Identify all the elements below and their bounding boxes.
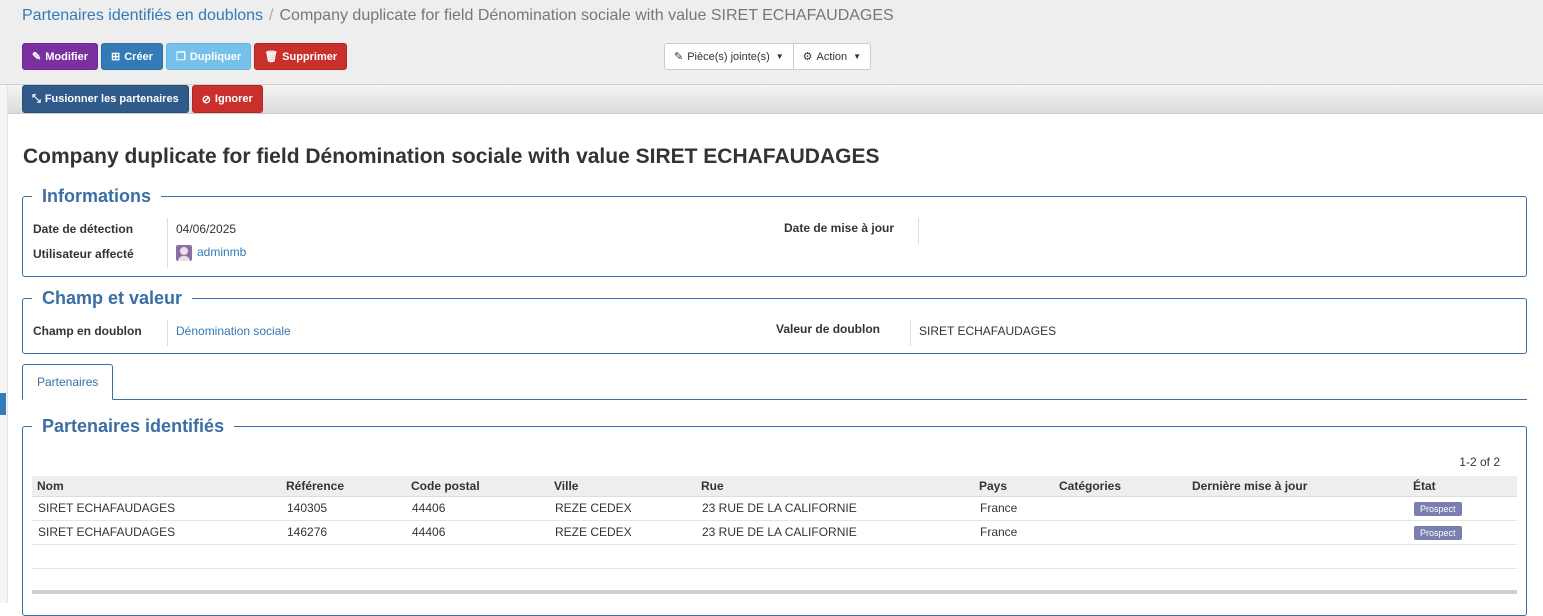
control-panel: Partenaires identifiés en doublons / Compa… <box>0 0 1543 85</box>
delete-button[interactable]: 🗑 Supprimer <box>254 43 348 70</box>
caret-down-icon: ▼ <box>853 52 862 61</box>
table-footer-bar <box>32 590 1517 594</box>
column-header-etat[interactable]: État <box>1408 476 1517 497</box>
caret-down-icon: ▼ <box>775 52 784 61</box>
empty-row <box>32 568 1517 593</box>
status-badge: Prospect <box>1414 525 1462 540</box>
cell-pays: France <box>974 496 1054 521</box>
cell-ville: REZE CEDEX <box>549 520 696 545</box>
cell-derniere-maj <box>1187 520 1408 545</box>
cell-reference: 146276 <box>281 520 406 545</box>
separator <box>167 320 168 346</box>
table-row[interactable]: SIRET ECHAFAUDAGES 146276 44406 REZE CED… <box>32 520 1517 545</box>
detection-date-label: Date de détection <box>33 222 134 236</box>
separator <box>910 320 911 346</box>
cell-etat: Prospect <box>1408 520 1517 545</box>
duplicate-value-label: Valeur de doublon <box>776 322 881 336</box>
sidebar-dropdowns: ✎ Pièce(s) jointe(s) ▼ ⚙ Action ▼ <box>664 43 872 70</box>
column-header-derniere-maj[interactable]: Dernière mise à jour <box>1187 476 1408 497</box>
table-row[interactable]: SIRET ECHAFAUDAGES 140305 44406 REZE CED… <box>32 496 1517 521</box>
ignore-label: Ignorer <box>214 93 253 105</box>
left-gutter <box>0 85 8 603</box>
informations-group: Informations <box>22 186 1527 277</box>
attachments-label: Pièce(s) jointe(s) <box>687 50 770 63</box>
empty-cell <box>32 544 1517 569</box>
gear-icon: ⚙ <box>802 51 813 63</box>
duplicate-button[interactable]: ❐ Dupliquer <box>165 43 252 70</box>
edit-button[interactable]: ✎ Modifier <box>22 43 98 70</box>
cell-rue: 23 RUE DE LA CALIFORNIE <box>696 520 974 545</box>
field-value-legend: Champ et valeur <box>42 288 183 308</box>
cell-rue: 23 RUE DE LA CALIFORNIE <box>696 496 974 521</box>
action-label: Action <box>816 50 848 63</box>
cell-code-postal: 44406 <box>406 496 549 521</box>
breadcrumb-separator: / <box>269 7 274 24</box>
duplicate-field-label: Champ en doublon <box>33 324 142 338</box>
edit-button-label: Modifier <box>45 50 88 63</box>
chatter-toggle-marker[interactable] <box>0 393 6 415</box>
action-dropdown[interactable]: ⚙ Action ▼ <box>793 43 872 70</box>
column-header-nom[interactable]: Nom <box>32 476 281 497</box>
breadcrumb-parent-link[interactable]: Partenaires identifiés en doublons <box>22 7 263 24</box>
assigned-user-link[interactable]: adminmb <box>197 245 246 259</box>
column-header-code-postal[interactable]: Code postal <box>406 476 549 497</box>
empty-cell <box>32 568 1517 593</box>
cell-etat: Prospect <box>1408 496 1517 521</box>
cell-categories <box>1054 520 1187 545</box>
cell-categories <box>1054 496 1187 521</box>
duplicate-value: SIRET ECHAFAUDAGES <box>919 324 1057 338</box>
partners-table: Nom Référence Code postal Ville Rue Pays… <box>32 476 1517 593</box>
cell-nom: SIRET ECHAFAUDAGES <box>32 520 281 545</box>
separator <box>167 218 168 268</box>
breadcrumb: Partenaires identifiés en doublons / Compa… <box>22 7 894 25</box>
statusbar-buttons: ⤡ Fusionner les partenaires ⊘ Ignorer <box>22 85 263 113</box>
pager: 1-2 of 2 <box>1459 455 1500 469</box>
identified-partners-legend: Partenaires identifiés <box>42 416 225 436</box>
attachments-dropdown[interactable]: ✎ Pièce(s) jointe(s) ▼ <box>664 43 794 70</box>
merge-partners-label: Fusionner les partenaires <box>44 93 179 105</box>
avatar <box>176 245 192 261</box>
ignore-button[interactable]: ⊘ Ignorer <box>191 85 263 113</box>
main-buttons: ✎ Modifier ⊞ Créer ❐ Dupliquer 🗑 Supprim… <box>22 43 348 70</box>
compress-icon: ⤡ <box>32 92 41 105</box>
notebook-tabs: Partenaires <box>22 364 1527 400</box>
cell-pays: France <box>974 520 1054 545</box>
table-header-row: Nom Référence Code postal Ville Rue Pays… <box>32 476 1517 497</box>
cell-nom: SIRET ECHAFAUDAGES <box>32 496 281 521</box>
cell-derniere-maj <box>1187 496 1408 521</box>
assigned-user-value[interactable]: adminmb <box>176 245 246 261</box>
field-value-group: Champ et valeur <box>22 288 1527 354</box>
tab-partenaires[interactable]: Partenaires <box>22 364 114 400</box>
paperclip-icon: ✎ <box>674 51 684 63</box>
detection-date-value: 04/06/2025 <box>176 222 237 236</box>
empty-row <box>32 544 1517 569</box>
merge-partners-button[interactable]: ⤡ Fusionner les partenaires <box>22 85 189 113</box>
create-button[interactable]: ⊞ Créer <box>101 43 163 70</box>
column-header-ville[interactable]: Ville <box>549 476 696 497</box>
copy-icon: ❐ <box>175 51 186 63</box>
record-title: Company duplicate for field Dénomination… <box>23 145 880 168</box>
assigned-user-label: Utilisateur affecté <box>33 247 134 261</box>
trash-icon: 🗑 <box>264 51 279 63</box>
duplicate-button-label: Dupliquer <box>189 50 242 63</box>
separator <box>918 218 919 244</box>
informations-legend: Informations <box>42 186 152 206</box>
status-badge: Prospect <box>1414 501 1462 516</box>
duplicate-field-link[interactable]: Dénomination sociale <box>176 324 291 338</box>
column-header-pays[interactable]: Pays <box>974 476 1054 497</box>
cell-reference: 140305 <box>281 496 406 521</box>
column-header-categories[interactable]: Catégories <box>1054 476 1187 497</box>
cell-ville: REZE CEDEX <box>549 496 696 521</box>
statusbar: ⤡ Fusionner les partenaires ⊘ Ignorer <box>8 85 1543 114</box>
column-header-reference[interactable]: Référence <box>281 476 406 497</box>
plus-square-icon: ⊞ <box>111 51 121 63</box>
create-button-label: Créer <box>124 50 153 63</box>
delete-button-label: Supprimer <box>282 50 338 63</box>
edit-icon: ✎ <box>32 51 42 63</box>
update-date-label: Date de mise à jour <box>784 221 895 235</box>
ban-icon: ⊘ <box>201 93 211 106</box>
cell-code-postal: 44406 <box>406 520 549 545</box>
column-header-rue[interactable]: Rue <box>696 476 974 497</box>
breadcrumb-current: Company duplicate for field Dénomination… <box>279 7 894 24</box>
